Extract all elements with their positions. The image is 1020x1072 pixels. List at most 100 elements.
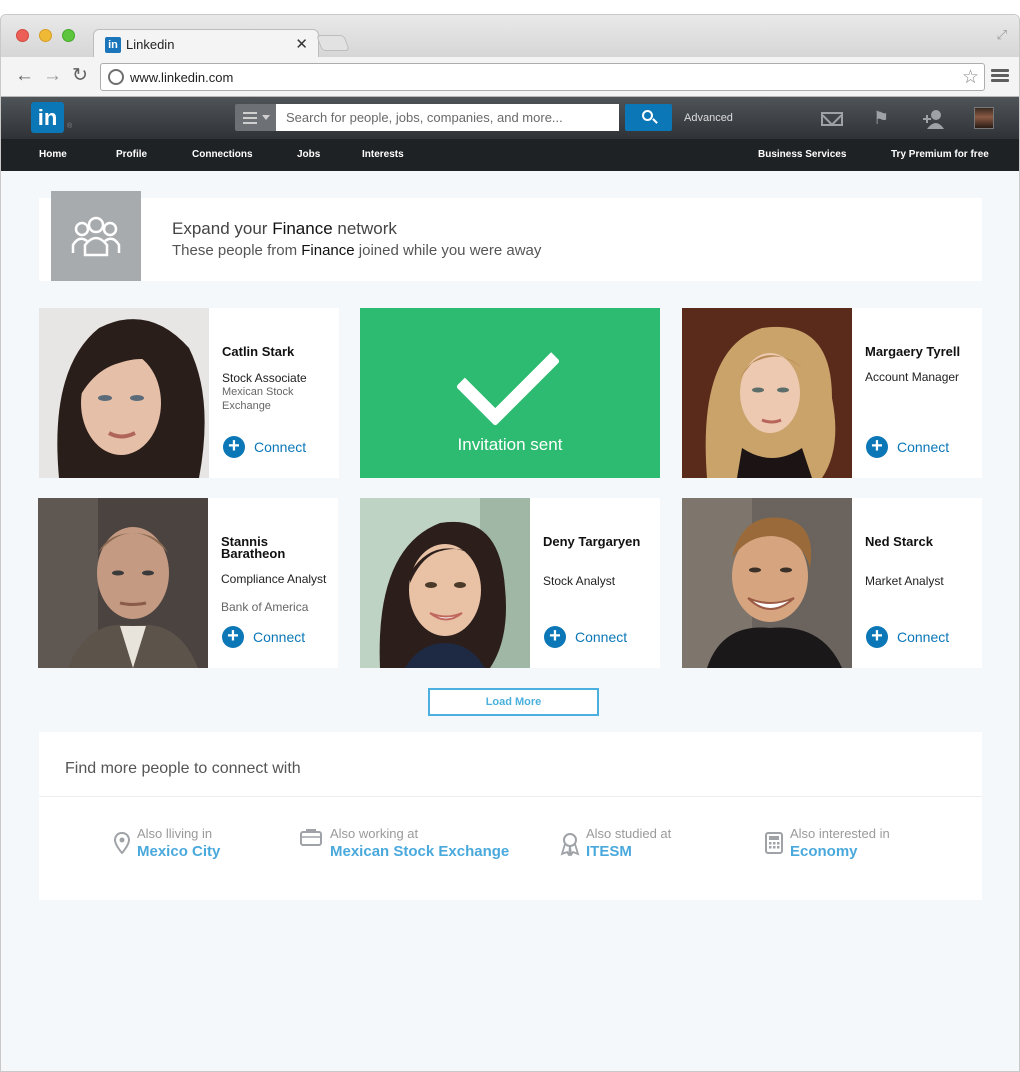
browser-toolbar: ← → ↻ www.linkedin.com ☆ <box>1 57 1019 97</box>
plus-icon: + <box>223 436 245 458</box>
caret-down-icon <box>262 115 270 120</box>
forward-arrow-icon[interactable]: → <box>43 65 62 87</box>
divider <box>39 796 982 797</box>
invitation-sent-text: Invitation sent <box>457 435 563 454</box>
person-name[interactable]: Catlin Stark <box>222 345 332 358</box>
calculator-icon <box>765 832 783 859</box>
star-icon[interactable]: ☆ <box>962 66 979 89</box>
banner-subtitle: These people from Finance joined while y… <box>172 242 541 259</box>
person-card: Catlin Stark Stock Associate Mexican Sto… <box>39 308 339 478</box>
banner-title-suffix: network <box>332 219 397 238</box>
find-more-panel: Find more people to connect with Also ll… <box>39 732 982 900</box>
close-icon[interactable]: ✕ <box>295 35 308 53</box>
browser-tab[interactable]: in Linkedin ✕ <box>93 29 319 59</box>
nav-item-jobs[interactable]: Jobs <box>297 149 320 160</box>
tab-strip: in Linkedin ✕ ⤢ <box>1 15 1019 59</box>
location-pin-icon <box>113 831 131 859</box>
plus-icon: + <box>866 626 888 648</box>
person-company: Bank of America <box>221 600 309 614</box>
person-card: Ned Starck Market Analyst + Connect <box>682 498 982 668</box>
address-bar[interactable]: www.linkedin.com ☆ <box>100 63 985 91</box>
plus-icon: + <box>866 436 888 458</box>
linkedin-header: in ® Advanced ⚑ <box>1 97 1019 139</box>
profile-photo[interactable] <box>39 308 209 478</box>
profile-photo[interactable] <box>682 498 852 668</box>
nav-item-connections[interactable]: Connections <box>192 149 253 160</box>
list-icon <box>243 112 257 127</box>
nav-item-home[interactable]: Home <box>39 149 67 160</box>
banner-sub-suffix: joined while you were away <box>354 242 542 259</box>
person-card: Deny Targaryen Stock Analyst + Connect <box>360 498 660 668</box>
connect-label: Connect <box>575 629 628 645</box>
find-more-link[interactable]: ITESM <box>586 843 632 860</box>
add-connection-icon[interactable] <box>922 109 944 132</box>
close-window-button[interactable] <box>16 29 29 42</box>
nav-item-business-services[interactable]: Business Services <box>758 149 846 160</box>
find-more-link[interactable]: Mexico City <box>137 843 220 860</box>
find-more-label: Also working at <box>330 826 419 841</box>
person-name[interactable]: Margaery Tyrell <box>865 345 975 358</box>
minimize-window-button[interactable] <box>39 29 52 42</box>
search-category-dropdown[interactable] <box>235 104 276 131</box>
ribbon-award-icon <box>560 832 580 861</box>
plus-icon: + <box>544 626 566 648</box>
linkedin-favicon-icon: in <box>105 37 121 53</box>
messages-envelope-icon[interactable] <box>821 112 843 126</box>
nav-item-profile[interactable]: Profile <box>116 149 147 160</box>
person-title: Market Analyst <box>865 574 944 588</box>
nav-item-interests[interactable]: Interests <box>362 149 404 160</box>
plus-icon: + <box>222 626 244 648</box>
load-more-button[interactable]: Load More <box>428 688 599 716</box>
advanced-search-link[interactable]: Advanced <box>684 112 733 124</box>
connect-label: Connect <box>897 439 950 455</box>
banner-title-prefix: Expand your <box>172 219 273 238</box>
zoom-window-button[interactable] <box>62 29 75 42</box>
main-nav: Home Profile Connections Jobs Interests … <box>1 139 1019 171</box>
briefcase-icon <box>300 828 322 851</box>
connect-label: Connect <box>897 629 950 645</box>
network-banner: Expand your Finance network These people… <box>39 191 982 281</box>
search-button[interactable] <box>625 104 672 131</box>
banner-title-highlight: Finance <box>272 219 333 238</box>
profile-photo[interactable] <box>682 308 852 478</box>
find-more-title: Find more people to connect with <box>65 760 301 777</box>
find-more-label: Also interested in <box>790 826 890 841</box>
profile-photo[interactable] <box>360 498 530 668</box>
profile-photo[interactable] <box>38 498 208 668</box>
checkmark-icon <box>455 321 561 427</box>
url-text: www.linkedin.com <box>130 70 234 85</box>
connect-label: Connect <box>254 439 307 455</box>
notifications-flag-icon[interactable]: ⚑ <box>873 109 889 127</box>
person-card: Stannis Baratheon Compliance Analyst Ban… <box>38 498 338 668</box>
banner-sub-prefix: These people from <box>172 242 302 259</box>
linkedin-logo[interactable]: in <box>31 102 64 133</box>
new-tab-button[interactable] <box>316 35 350 51</box>
person-card: Margaery Tyrell Account Manager + Connec… <box>682 308 982 478</box>
person-name[interactable]: Stannis Baratheon <box>221 535 331 560</box>
person-title: Stock Associate <box>222 371 307 385</box>
nav-item-try-premium[interactable]: Try Premium for free <box>891 149 989 160</box>
tab-title: Linkedin <box>126 37 175 52</box>
search-icon-handle <box>652 118 658 124</box>
search-input[interactable] <box>276 104 619 131</box>
connect-label: Connect <box>253 629 306 645</box>
person-company: Mexican Stock Exchange <box>222 386 294 412</box>
back-arrow-icon[interactable]: ← <box>15 65 34 87</box>
person-name[interactable]: Deny Targaryen <box>543 535 653 548</box>
browser-window: in Linkedin ✕ ⤢ ← → ↻ www.linkedin.com ☆… <box>0 14 1020 1072</box>
find-more-link[interactable]: Economy <box>790 843 858 860</box>
person-title: Compliance Analyst <box>221 572 327 586</box>
find-more-link[interactable]: Mexican Stock Exchange <box>330 843 509 860</box>
resize-icon[interactable]: ⤢ <box>997 27 1007 43</box>
people-group-icon <box>51 191 141 281</box>
invitation-sent-card: Invitation sent <box>360 308 660 478</box>
find-more-label: Also studied at <box>586 826 672 841</box>
avatar[interactable] <box>974 107 994 129</box>
registered-mark: ® <box>67 123 73 130</box>
globe-icon <box>108 69 124 85</box>
person-title: Stock Analyst <box>543 574 616 588</box>
menu-icon[interactable] <box>991 69 1009 83</box>
banner-sub-highlight: Finance <box>301 242 355 259</box>
person-name[interactable]: Ned Starck <box>865 535 975 548</box>
reload-icon[interactable]: ↻ <box>72 65 88 87</box>
